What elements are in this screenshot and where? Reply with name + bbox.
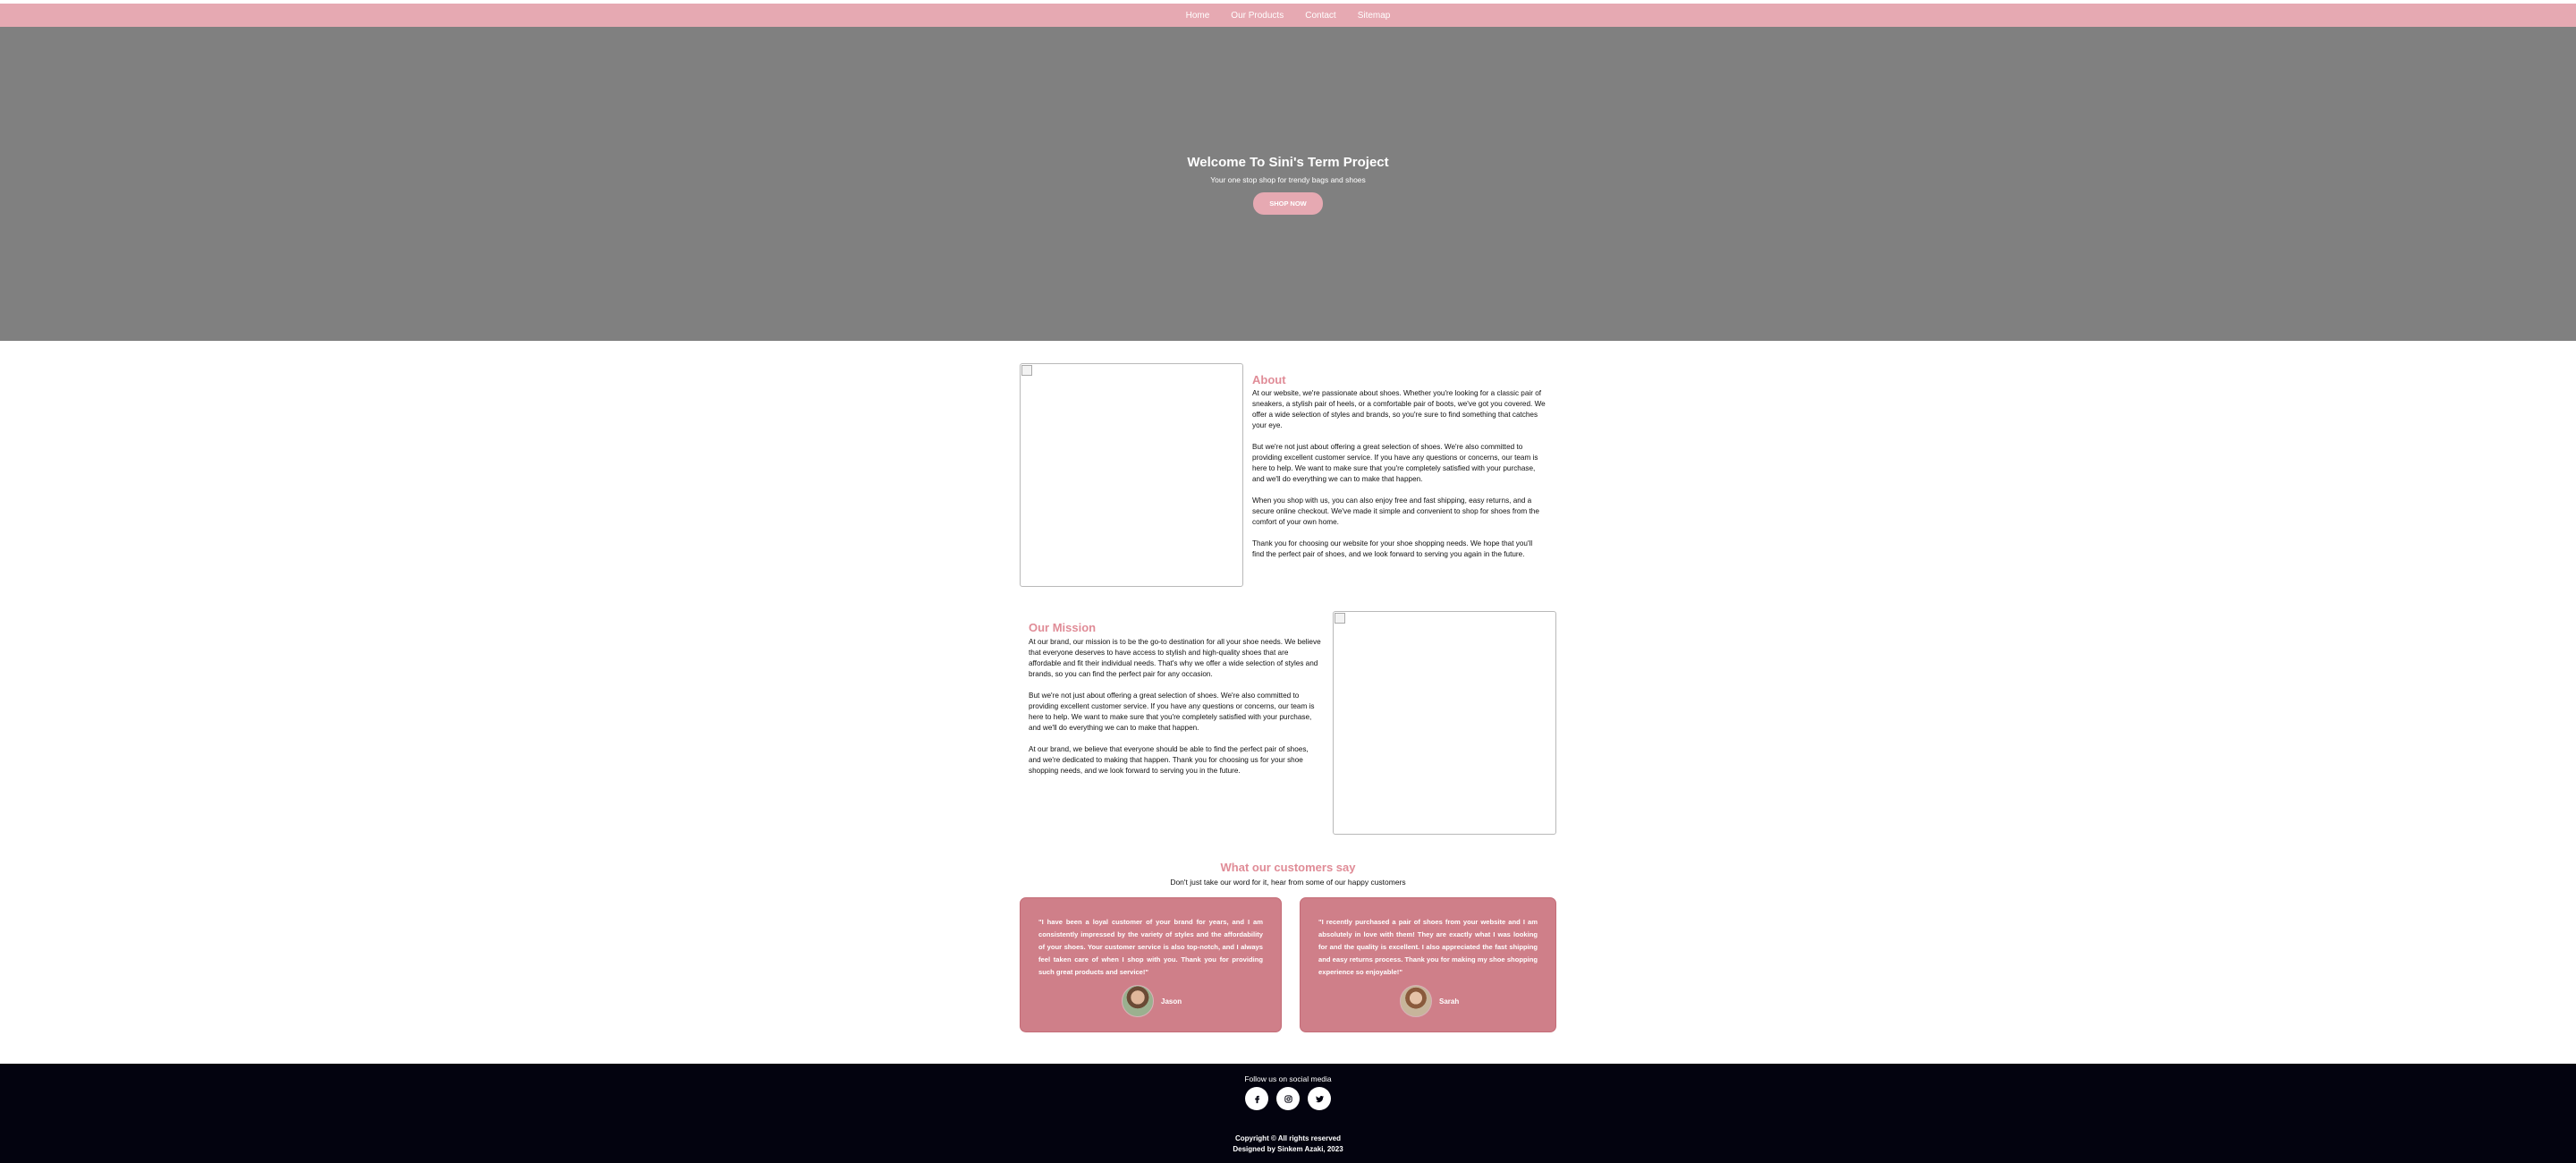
about-paragraph-1: At our website, we're passionate about s… bbox=[1252, 389, 1546, 429]
mission-paragraph-1: At our brand, our mission is to be the g… bbox=[1029, 638, 1321, 678]
testimonials-title: What our customers say bbox=[1220, 861, 1356, 874]
facebook-icon bbox=[1254, 1095, 1259, 1103]
testimonial-quote: "I recently purchased a pair of shoes fr… bbox=[1318, 918, 1538, 976]
broken-image-icon bbox=[1021, 365, 1032, 376]
hero-subtitle: Your one stop shop for trendy bags and s… bbox=[1210, 175, 1366, 184]
testimonial-author: Sarah bbox=[1400, 985, 1459, 1017]
twitter-icon bbox=[1315, 1095, 1324, 1102]
footer: Follow us on social media Copyright © Al… bbox=[0, 1064, 2576, 1163]
broken-image-icon bbox=[1335, 613, 1345, 624]
about-title: About bbox=[1252, 373, 1286, 386]
designer-credit: Designed by Sinkem Azaki, 2023 bbox=[1233, 1145, 1343, 1153]
about-paragraph-4: Thank you for choosing our website for y… bbox=[1252, 539, 1533, 558]
testimonial-author-name: Sarah bbox=[1439, 997, 1460, 1006]
follow-us-text: Follow us on social media bbox=[1244, 1074, 1332, 1083]
testimonial-author-name: Jason bbox=[1161, 997, 1182, 1006]
twitter-link[interactable] bbox=[1308, 1087, 1331, 1110]
mission-title: Our Mission bbox=[1029, 621, 1097, 634]
hero-title: Welcome To Sini's Term Project bbox=[1187, 155, 1389, 170]
testimonial-quote: "I have been a loyal customer of your br… bbox=[1038, 918, 1263, 976]
testimonials-subtitle: Don't just take our word for it, hear fr… bbox=[1170, 878, 1406, 887]
top-navbar: Home Our Products Contact Sitemap bbox=[0, 4, 2576, 27]
instagram-link[interactable] bbox=[1276, 1087, 1300, 1110]
testimonial-card: "I have been a loyal customer of your br… bbox=[1020, 897, 1282, 1032]
social-links bbox=[0, 1087, 2576, 1110]
copyright-text: Copyright © All rights reserved bbox=[1234, 1134, 1342, 1142]
mission-image bbox=[1333, 611, 1556, 835]
nav-link-sitemap[interactable]: Sitemap bbox=[1347, 11, 1402, 21]
facebook-link[interactable] bbox=[1245, 1087, 1268, 1110]
nav-link-home[interactable]: Home bbox=[1175, 11, 1221, 21]
shop-now-button[interactable]: SHOP NOW bbox=[1253, 192, 1323, 215]
nav-link-contact[interactable]: Contact bbox=[1294, 11, 1346, 21]
mission-paragraph-3: At our brand, we believe that everyone s… bbox=[1029, 745, 1309, 775]
avatar bbox=[1400, 985, 1432, 1017]
nav-link-our-products[interactable]: Our Products bbox=[1220, 11, 1294, 21]
about-paragraph-3: When you shop with us, you can also enjo… bbox=[1252, 497, 1539, 526]
about-image bbox=[1020, 363, 1243, 587]
about-paragraph-2: But we're not just about offering a grea… bbox=[1252, 443, 1538, 483]
footer-credits: Copyright © All rights reserved Designed… bbox=[0, 1133, 2576, 1155]
instagram-icon bbox=[1284, 1094, 1292, 1103]
hero-banner: Welcome To Sini's Term Project Your one … bbox=[0, 27, 2576, 341]
avatar bbox=[1122, 985, 1154, 1017]
mission-paragraph-2: But we're not just about offering a grea… bbox=[1029, 692, 1315, 732]
testimonial-author: Jason bbox=[1122, 985, 1182, 1017]
testimonial-card: "I recently purchased a pair of shoes fr… bbox=[1300, 897, 1556, 1032]
